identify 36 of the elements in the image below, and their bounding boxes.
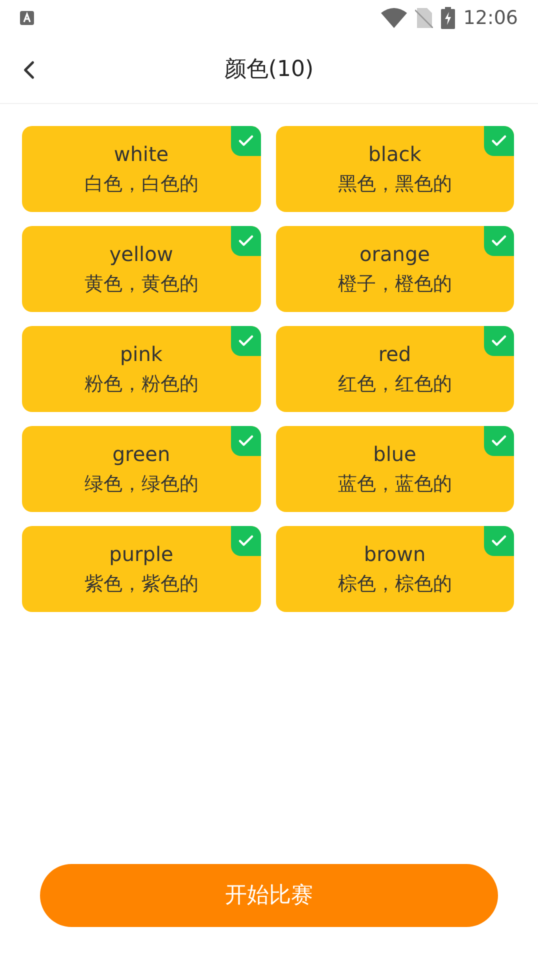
chinese-meaning: 棕色，棕色的 [338,572,452,597]
chinese-meaning: 绿色，绿色的 [84,472,198,497]
chinese-meaning: 蓝色，蓝色的 [338,472,452,497]
word-card[interactable]: brown 棕色，棕色的 [276,526,514,612]
word-card[interactable]: yellow 黄色，黄色的 [22,226,260,312]
english-word: pink [120,341,162,367]
word-card[interactable]: orange 橙子，橙色的 [276,226,514,312]
english-word: white [114,141,169,167]
chinese-meaning: 黑色，黑色的 [338,172,452,197]
no-sim-icon [415,8,434,28]
english-word: yellow [109,241,174,267]
english-word: brown [364,541,426,567]
word-card[interactable]: blue 蓝色，蓝色的 [276,426,514,512]
word-card[interactable]: red 红色，红色的 [276,326,514,412]
battery-icon [441,7,456,29]
word-card[interactable]: white 白色，白色的 [22,126,260,212]
chinese-meaning: 橙子，橙色的 [338,272,452,297]
word-card[interactable]: purple 紫色，紫色的 [22,526,260,612]
clock-time: 12:06 [463,6,518,31]
word-card[interactable]: green 绿色，绿色的 [22,426,260,512]
chinese-meaning: 白色，白色的 [84,172,198,197]
chinese-meaning: 黄色，黄色的 [84,272,198,297]
keyboard-app-icon [20,11,34,25]
english-word: black [368,141,422,167]
page-title: 颜色(10) [224,56,314,84]
chinese-meaning: 紫色，紫色的 [84,572,198,597]
english-word: orange [360,241,430,267]
english-word: green [112,441,170,467]
chinese-meaning: 红色，红色的 [338,372,452,397]
wifi-icon [381,8,408,28]
word-card[interactable]: pink 粉色，粉色的 [22,326,260,412]
english-word: purple [109,541,174,567]
chinese-meaning: 粉色，粉色的 [84,372,198,397]
word-card[interactable]: black 黑色，黑色的 [276,126,514,212]
english-word: red [378,341,412,367]
english-word: blue [373,441,416,467]
